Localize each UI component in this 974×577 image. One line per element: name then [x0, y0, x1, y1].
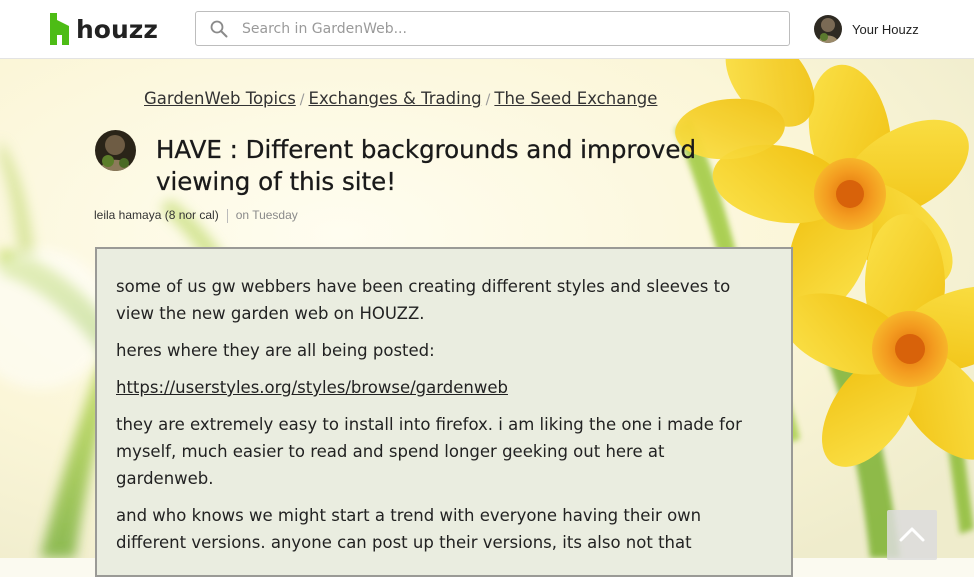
post-paragraph-link: https://userstyles.org/styles/browse/gar… [116, 374, 761, 401]
breadcrumb-gardenweb-topics[interactable]: GardenWeb Topics [144, 89, 296, 108]
search-icon [210, 20, 228, 38]
chevron-up-icon [899, 527, 925, 542]
breadcrumb: GardenWeb Topics / Exchanges & Trading / The… [144, 89, 657, 108]
userstyles-link[interactable]: https://userstyles.org/styles/browse/gar… [116, 378, 508, 397]
your-houzz-menu[interactable]: Your Houzz [814, 15, 919, 43]
post-paragraph: and who knows we might start a trend wit… [116, 506, 702, 552]
search-input[interactable] [242, 12, 772, 45]
breadcrumb-separator: / [299, 92, 305, 108]
meta-divider [226, 208, 228, 223]
scroll-to-top-button[interactable] [887, 510, 937, 560]
author-name[interactable]: leila hamaya (8 nor cal) [94, 208, 219, 222]
author-avatar[interactable] [95, 130, 136, 171]
post-date: on Tuesday [235, 208, 298, 222]
breadcrumb-seed-exchange[interactable]: The Seed Exchange [494, 89, 657, 108]
post-meta: leila hamaya (8 nor cal) on Tuesday [94, 208, 298, 223]
houzz-logo-icon [50, 13, 69, 45]
houzz-logo[interactable]: houzz [50, 13, 158, 45]
breadcrumb-exchanges-trading[interactable]: Exchanges & Trading [309, 89, 482, 108]
post-body: some of us gw webbers have been creating… [95, 247, 793, 577]
post-paragraph: heres where they are all being posted: [116, 341, 435, 360]
logo-text: houzz [76, 14, 158, 44]
breadcrumb-separator: / [485, 92, 491, 108]
profile-avatar[interactable] [814, 15, 842, 43]
search-box[interactable] [195, 11, 790, 46]
top-navigation-bar: houzz Your Houzz [0, 0, 974, 59]
your-houzz-label: Your Houzz [852, 21, 919, 37]
post-paragraph: some of us gw webbers have been creating… [116, 277, 731, 323]
post-paragraph: they are extremely easy to install into … [116, 415, 742, 488]
post-title: HAVE : Different backgrounds and improve… [156, 135, 697, 196]
